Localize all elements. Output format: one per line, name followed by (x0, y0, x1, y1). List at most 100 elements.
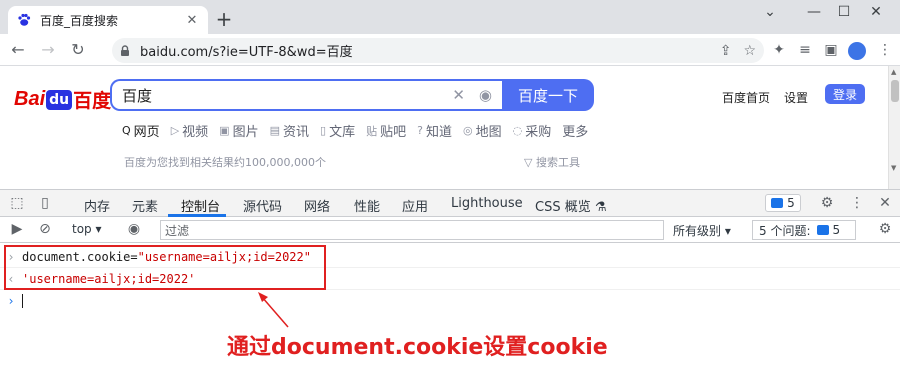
issues-icon (816, 225, 829, 235)
issues-count-button[interactable]: 5 个问题: 5 (752, 220, 856, 240)
camera-icon[interactable]: ◉ (479, 86, 492, 104)
tab-network[interactable]: 网络 (304, 196, 330, 215)
search-query: 百度 (122, 86, 153, 105)
tab-performance[interactable]: 性能 (354, 196, 380, 215)
issues-badge-count: 5 (787, 196, 795, 210)
close-window-icon[interactable]: ✕ (866, 4, 886, 20)
levels-select[interactable]: 所有级别 ▾ (673, 222, 731, 239)
star-icon[interactable]: ☆ (743, 43, 756, 59)
scope-tabs: Q 网页 ▷ 视频 ▣ 图片 ▤ 资讯 ▯ 文库 贴贴吧 ? 知道 ◎ 地图 ◌ 采购 更多 (122, 121, 599, 140)
vertical-scrollbar[interactable]: ▲ ▼ (888, 66, 900, 189)
console-settings-icon[interactable]: ⚙ (876, 221, 894, 237)
menu-icon[interactable]: ⋮ (876, 42, 894, 58)
search-tools-label: 搜索工具 (535, 156, 580, 169)
baidu-logo[interactable]: Bai du 百度 (14, 86, 111, 113)
purchase-icon: ◌ (512, 124, 523, 137)
tab-label: 采购 (525, 125, 552, 140)
dropdown-arrow-icon: ▾ (724, 224, 731, 238)
console-output[interactable]: › document.cookie="username=ailjx;id=202… (0, 243, 900, 371)
close-devtools-icon[interactable]: ✕ (876, 195, 894, 211)
settings-link[interactable]: 设置 (784, 89, 808, 106)
baidu-page: Bai du 百度 百度 ✕ ◉ 百度一下 百度首页 设置 登录 Q 网页 ▷ 视频… (0, 66, 888, 255)
tab-elements[interactable]: 元素 (132, 196, 158, 215)
back-icon[interactable]: ← (8, 40, 28, 59)
tab-console[interactable]: 控制台 (181, 196, 220, 215)
login-button[interactable]: 登录 (825, 84, 865, 104)
tab-css-overview[interactable]: CSS 概览 ⚗ (535, 196, 607, 215)
new-tab-icon[interactable]: + (214, 9, 234, 29)
question-icon: ? (417, 124, 423, 137)
reload-icon[interactable]: ↻ (68, 40, 88, 59)
more-options-icon[interactable]: ⋮ (848, 195, 866, 211)
clear-console-icon[interactable]: ⊘ (36, 221, 54, 237)
news-icon: ▤ (269, 124, 280, 137)
settings-gear-icon[interactable]: ⚙ (818, 195, 836, 211)
video-icon: ▷ (170, 124, 180, 137)
share-icon[interactable]: ⇪ (720, 43, 732, 59)
tab-memory[interactable]: 内存 (84, 196, 110, 215)
tab-tieba[interactable]: 贴贴吧 (366, 121, 406, 141)
tieba-icon: 贴 (366, 124, 378, 138)
tab-label: 图片 (232, 125, 259, 140)
tab-wenku[interactable]: ▯ 文库 (320, 121, 355, 140)
address-bar[interactable]: baidu.com/s?ie=UTF-8&wd=百度 ⇪ ☆ (112, 38, 764, 63)
logo-cn-text: 百度 (73, 90, 112, 112)
logo-bai-text: Bai (14, 88, 46, 110)
tab-lighthouse[interactable]: Lighthouse (451, 196, 523, 211)
tab-sources[interactable]: 源代码 (243, 196, 282, 215)
tab-images[interactable]: ▣ 图片 (219, 121, 258, 140)
browser-tab[interactable]: 百度_百度搜索 ✕ (8, 6, 208, 34)
levels-value: 所有级别 (673, 224, 722, 238)
profile-avatar[interactable] (848, 42, 866, 60)
tab-news[interactable]: ▤ 资讯 (270, 121, 309, 140)
tab-label: 视频 (182, 125, 209, 140)
browser-toolbar: ← → ↻ baidu.com/s?ie=UTF-8&wd=百度 ⇪ ☆ ✦ ≡… (0, 34, 900, 66)
baidu-favicon-icon (16, 12, 32, 28)
context-select[interactable]: top ▾ (72, 222, 102, 236)
sidebar-toggle-icon[interactable]: ▶ (8, 221, 26, 237)
issues-icon (771, 198, 784, 208)
issues-badge[interactable]: 5 (765, 194, 801, 212)
image-icon: ▣ (219, 124, 230, 137)
doc-icon: ▯ (320, 124, 327, 137)
tab-title: 百度_百度搜索 (40, 13, 119, 28)
reading-list-icon[interactable]: ≡ (796, 42, 814, 58)
filter-icon: ▽ (524, 156, 536, 169)
tab-more[interactable]: 更多 (562, 121, 588, 140)
devtools-tabbar: ⬚ ▯ 内存 元素 控制台 源代码 网络 性能 应用 Lighthouse CS… (0, 190, 900, 217)
search-button[interactable]: 百度一下 (502, 79, 594, 111)
map-icon: ◎ (462, 124, 473, 137)
result-count: 百度为您找到相关结果约100,000,000个 (124, 156, 326, 169)
forward-icon[interactable]: → (38, 40, 58, 59)
minimize-icon[interactable]: — (804, 4, 824, 20)
clear-icon[interactable]: ✕ (452, 86, 465, 104)
tab-close-icon[interactable]: ✕ (184, 13, 200, 28)
tab-label: 知道 (425, 125, 452, 140)
issues-label: 5 个问题: (759, 223, 811, 238)
tab-label: 资讯 (283, 125, 310, 140)
scroll-thumb[interactable] (891, 80, 899, 102)
tab-purchase[interactable]: ◌ 采购 (513, 121, 552, 140)
scroll-up-icon[interactable]: ▲ (891, 68, 896, 76)
tab-strip: 百度_百度搜索 ✕ + ⌄ — ☐ ✕ (0, 0, 900, 34)
tab-label: 地图 (475, 125, 502, 140)
tab-video[interactable]: ▷ 视频 (171, 121, 208, 140)
tab-application[interactable]: 应用 (402, 196, 428, 215)
side-panel-icon[interactable]: ▣ (822, 42, 840, 58)
scroll-down-icon[interactable]: ▼ (891, 164, 896, 172)
inspect-icon[interactable]: ⬚ (8, 195, 26, 211)
extensions-icon[interactable]: ✦ (770, 42, 788, 58)
device-toolbar-icon[interactable]: ▯ (36, 195, 54, 211)
tab-map[interactable]: ◎ 地图 (463, 121, 502, 140)
tab-web[interactable]: Q 网页 (122, 121, 160, 140)
home-link[interactable]: 百度首页 (722, 89, 770, 106)
tab-zhidao[interactable]: ? 知道 (417, 121, 452, 140)
filter-input[interactable]: 过滤 (160, 220, 664, 240)
devtools-panel: ⬚ ▯ 内存 元素 控制台 源代码 网络 性能 应用 Lighthouse CS… (0, 189, 900, 371)
url-text: baidu.com/s?ie=UTF-8&wd=百度 (140, 45, 353, 60)
search-input[interactable]: 百度 ✕ ◉ (110, 79, 502, 111)
tab-search-icon[interactable]: ⌄ (760, 4, 780, 20)
maximize-icon[interactable]: ☐ (834, 4, 854, 20)
search-tools-button[interactable]: ▽ 搜索工具 (524, 154, 580, 170)
live-expression-eye-icon[interactable]: ◉ (125, 221, 143, 237)
